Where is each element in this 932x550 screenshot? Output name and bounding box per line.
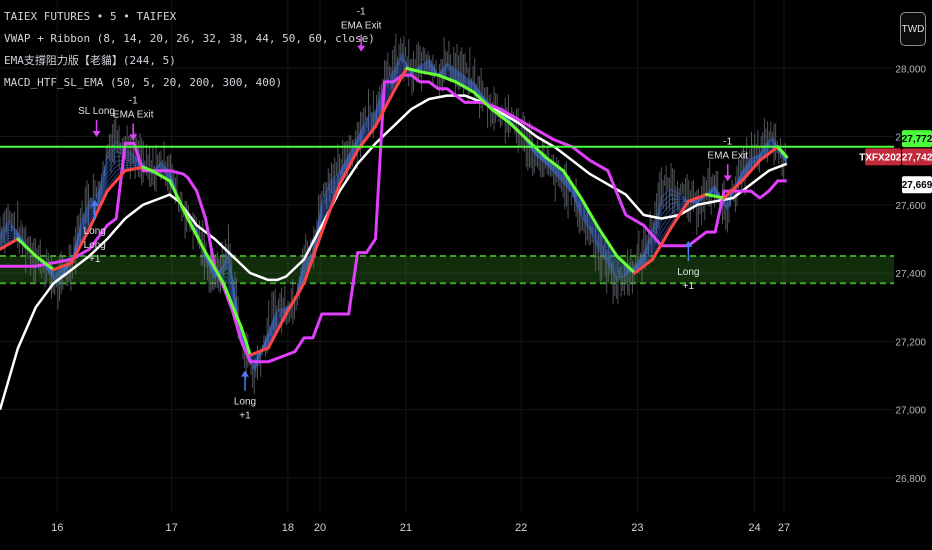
x-tick-label: 16 bbox=[51, 522, 63, 534]
price-badge-label: TXFX2025 bbox=[859, 152, 907, 163]
long-signal-label: +1 bbox=[239, 411, 251, 422]
long-signal-label: Long bbox=[677, 267, 699, 278]
exit-signal-label: EMA Exit bbox=[113, 109, 154, 120]
x-tick-label: 18 bbox=[282, 522, 294, 534]
x-tick-label: 17 bbox=[166, 522, 178, 534]
legend-symbol[interactable]: TAIEX FUTURES • 5 • TAIFEX bbox=[4, 6, 375, 28]
support-zone-fill bbox=[0, 256, 894, 284]
y-tick-label: 27,600 bbox=[895, 201, 926, 212]
long-signal-label: Long bbox=[234, 397, 256, 408]
indicator-legend: TAIEX FUTURES • 5 • TAIFEX VWAP + Ribbon… bbox=[4, 6, 375, 94]
x-tick-label: 27 bbox=[778, 522, 790, 534]
exit-signal-label: EMA Exit bbox=[707, 150, 748, 161]
currency-button[interactable]: TWD bbox=[900, 12, 926, 46]
legend-ema-support[interactable]: EMA支撐阻力版【老貓】(244, 5) bbox=[4, 50, 375, 72]
y-tick-label: 26,800 bbox=[895, 474, 926, 485]
price-badge-label: 27,772 bbox=[902, 134, 932, 145]
x-tick-label: 20 bbox=[314, 522, 326, 534]
long-signal-label: +1 bbox=[89, 254, 101, 265]
x-tick-label: 24 bbox=[748, 522, 760, 534]
x-tick-label: 21 bbox=[400, 522, 412, 534]
y-tick-label: 27,400 bbox=[895, 269, 926, 280]
exit-signal-label: -1 bbox=[129, 95, 138, 106]
x-tick-label: 22 bbox=[515, 522, 527, 534]
y-tick-label: 27,200 bbox=[895, 337, 926, 348]
y-tick-label: 27,000 bbox=[895, 406, 926, 417]
support-zone bbox=[0, 255, 894, 285]
y-tick-label: 28,000 bbox=[895, 64, 926, 75]
exit-signal-label: -1 bbox=[723, 136, 732, 147]
long-signal-label: Long bbox=[84, 226, 106, 237]
exit-signal-label: SL Long bbox=[78, 106, 115, 117]
price-badge-label: 27,742 bbox=[902, 152, 932, 163]
long-signal-label: +1 bbox=[683, 281, 695, 292]
long-signal-label: Long bbox=[84, 240, 106, 251]
legend-vwap-ribbon[interactable]: VWAP + Ribbon (8, 14, 20, 26, 32, 38, 44… bbox=[4, 28, 375, 50]
x-tick-label: 23 bbox=[631, 522, 643, 534]
price-badge-label: 27,669 bbox=[902, 180, 932, 191]
legend-macd-htf[interactable]: MACD_HTF_SL_EMA (50, 5, 20, 200, 300, 40… bbox=[4, 72, 375, 94]
